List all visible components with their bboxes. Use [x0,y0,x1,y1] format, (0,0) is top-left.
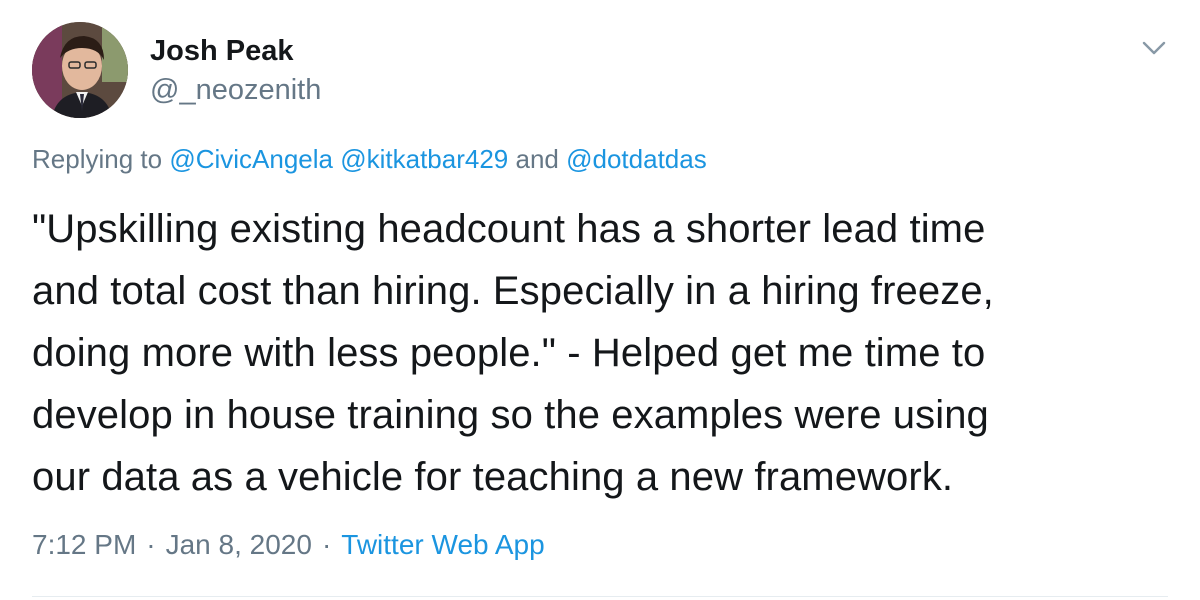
tweet-card: Josh Peak @_neozenith Replying to @Civic… [0,0,1200,600]
tweet-text: "Upskilling existing headcount has a sho… [32,198,1162,508]
tweet-date[interactable]: Jan 8, 2020 [166,529,312,560]
divider [32,596,1168,597]
tweet-text-line: "Upskilling existing headcount has a sho… [32,207,986,251]
avatar[interactable] [32,22,128,118]
tweet-meta: 7:12 PM · Jan 8, 2020 · Twitter Web App [32,528,545,562]
tweet-source-link[interactable]: Twitter Web App [341,529,544,560]
tweet-text-line: doing more with less people." - Helped g… [32,331,986,375]
replying-prefix: Replying to [32,144,170,174]
tweet-text-line: our data as a vehicle for teaching a new… [32,455,954,499]
tweet-text-line: and total cost than hiring. Especially i… [32,269,994,313]
mention-link[interactable]: @CivicAngela [169,144,333,174]
replying-joiner: and [508,144,567,174]
mention-link[interactable]: @kitkatbar429 [340,144,508,174]
replying-to: Replying to @CivicAngela @kitkatbar429 a… [32,142,707,176]
tweet-time[interactable]: 7:12 PM [32,529,136,560]
author-handle[interactable]: @_neozenith [150,73,321,107]
avatar-photo [32,22,128,118]
meta-separator: · [146,529,156,560]
chevron-down-icon[interactable] [1140,34,1168,62]
tweet-text-line: develop in house training so the example… [32,393,989,437]
mention-link[interactable]: @dotdatdas [566,144,707,174]
meta-separator: · [321,529,332,560]
author-name[interactable]: Josh Peak [150,34,293,68]
